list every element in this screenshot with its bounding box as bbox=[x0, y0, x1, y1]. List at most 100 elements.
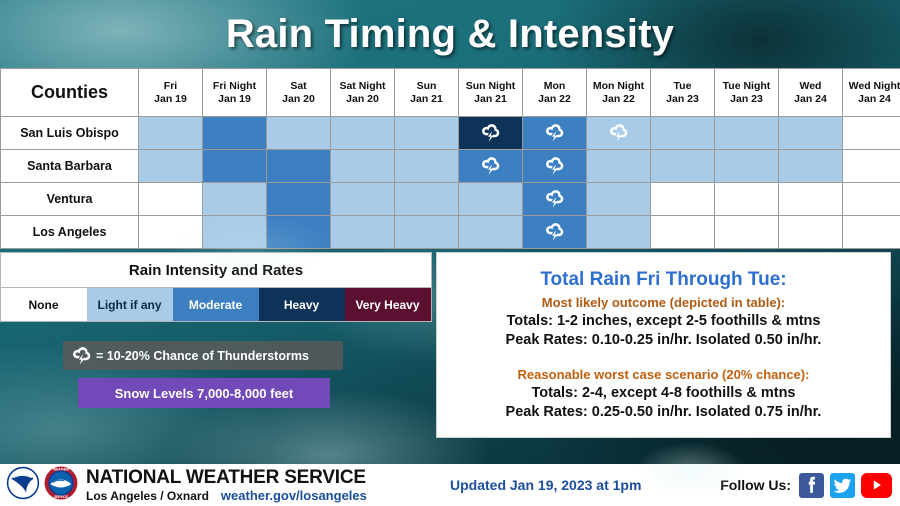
intensity-cell bbox=[266, 215, 331, 249]
intensity-cell bbox=[714, 182, 779, 216]
intensity-cell bbox=[650, 215, 715, 249]
column-header-date: Jan 19 bbox=[218, 92, 251, 105]
column-header-date: Jan 19 bbox=[154, 92, 187, 105]
footer-bar: NOAA WEATHER SERVICE NATIONAL WEATHER SE… bbox=[0, 464, 900, 506]
rain-timing-table: Counties Fri Jan 19 Fri Night Jan 19 Sat Jan … bbox=[0, 68, 900, 249]
intensity-cell bbox=[778, 149, 843, 183]
worst-case-rates: Peak Rates: 0.25-0.50 in/hr. Isolated 0.… bbox=[505, 404, 822, 420]
intensity-cell bbox=[202, 149, 267, 183]
column-header-11: Wed Night Jan 24 bbox=[842, 68, 900, 117]
column-header-date: Jan 20 bbox=[346, 92, 379, 105]
nws-seal-icon: WEATHER SERVICE bbox=[44, 466, 78, 505]
nws-website-link[interactable]: weather.gov/losangeles bbox=[221, 488, 367, 503]
most-likely-totals: Totals: 1-2 inches, except 2-5 foothills… bbox=[506, 313, 821, 329]
intensity-cell bbox=[202, 116, 267, 150]
column-header-day: Wed bbox=[799, 79, 822, 92]
column-header-day: Tue bbox=[673, 79, 692, 92]
county-name-cell: Los Angeles bbox=[0, 215, 139, 249]
column-header-2: Sat Jan 20 bbox=[266, 68, 331, 117]
intensity-cell bbox=[458, 149, 523, 183]
intensity-cell bbox=[650, 149, 715, 183]
column-header-date: Jan 20 bbox=[282, 92, 315, 105]
total-rain-info-panel: Total Rain Fri Through Tue: Most likely … bbox=[436, 252, 891, 438]
infographic-canvas: Rain Timing & Intensity Counties Fri Jan … bbox=[0, 0, 900, 506]
table-head: Counties Fri Jan 19 Fri Night Jan 19 Sat Jan … bbox=[0, 68, 900, 117]
intensity-cell bbox=[202, 182, 267, 216]
column-header-5: Sun Night Jan 21 bbox=[458, 68, 523, 117]
legend-swatch-light: Light if any bbox=[87, 288, 173, 321]
table-row: San Luis Obispo bbox=[0, 116, 900, 150]
intensity-cell bbox=[394, 182, 459, 216]
facebook-icon[interactable] bbox=[799, 472, 824, 498]
intensity-cell bbox=[586, 182, 651, 216]
title-bar: Rain Timing & Intensity bbox=[0, 0, 900, 68]
info-heading: Total Rain Fri Through Tue: bbox=[540, 269, 787, 290]
intensity-cell bbox=[522, 149, 587, 183]
nws-office-name: Los Angeles / Oxnard bbox=[86, 488, 209, 503]
column-header-0: Fri Jan 19 bbox=[138, 68, 203, 117]
intensity-cell bbox=[778, 215, 843, 249]
rain-intensity-legend: Rain Intensity and Rates None Light if an… bbox=[0, 252, 432, 322]
intensity-cell bbox=[458, 116, 523, 150]
table-header-row: Counties Fri Jan 19 Fri Night Jan 19 Sat Jan … bbox=[0, 68, 900, 117]
nws-agency-name: NATIONAL WEATHER SERVICE bbox=[86, 466, 366, 488]
intensity-cell bbox=[330, 182, 395, 216]
youtube-icon[interactable] bbox=[861, 472, 892, 498]
intensity-cell bbox=[330, 116, 395, 150]
snow-level-label: Snow Levels 7,000-8,000 feet bbox=[114, 385, 294, 401]
thunderstorm-icon bbox=[544, 122, 566, 144]
intensity-cell bbox=[458, 182, 523, 216]
thunderstorm-note: = 10-20% Chance of Thunderstorms bbox=[63, 341, 343, 370]
intensity-cell bbox=[842, 215, 900, 249]
nws-branding: NATIONAL WEATHER SERVICE Los Angeles / O… bbox=[86, 467, 367, 504]
column-header-date: Jan 24 bbox=[858, 92, 891, 105]
updated-timestamp: Updated Jan 19, 2023 at 1pm bbox=[450, 477, 642, 493]
twitter-icon[interactable] bbox=[830, 472, 855, 498]
column-header-day: Fri Night bbox=[212, 79, 257, 92]
nws-subline: Los Angeles / Oxnard weather.gov/losange… bbox=[86, 488, 367, 504]
column-header-1: Fri Night Jan 19 bbox=[202, 68, 267, 117]
intensity-cell bbox=[714, 116, 779, 150]
intensity-cell bbox=[522, 116, 587, 150]
snow-level-note: Snow Levels 7,000-8,000 feet bbox=[78, 378, 330, 408]
legend-swatch-very: Very Heavy bbox=[345, 288, 431, 321]
noaa-logo-icon: NOAA bbox=[6, 466, 40, 505]
thunderstorm-icon bbox=[544, 221, 566, 243]
most-likely-label: Most likely outcome (depicted in table): bbox=[541, 295, 786, 310]
follow-us-label: Follow Us: bbox=[720, 477, 791, 493]
intensity-cell bbox=[586, 215, 651, 249]
column-header-day: Fri bbox=[163, 79, 178, 92]
intensity-cell bbox=[842, 116, 900, 150]
column-header-4: Sun Jan 21 bbox=[394, 68, 459, 117]
column-header-day: Sun bbox=[416, 79, 437, 92]
intensity-cell bbox=[522, 215, 587, 249]
column-header-date: Jan 23 bbox=[730, 92, 763, 105]
legend-title: Rain Intensity and Rates bbox=[0, 252, 432, 287]
column-header-date: Jan 24 bbox=[794, 92, 827, 105]
intensity-cell bbox=[138, 182, 203, 216]
most-likely-rates: Peak Rates: 0.10-0.25 in/hr. Isolated 0.… bbox=[505, 332, 822, 348]
column-header-day: Wed Night bbox=[848, 79, 900, 92]
column-header-7: Mon Night Jan 22 bbox=[586, 68, 651, 117]
logo-group: NOAA WEATHER SERVICE bbox=[6, 466, 78, 505]
thunderstorm-icon bbox=[544, 155, 566, 177]
thunderstorm-icon bbox=[544, 188, 566, 210]
column-header-day: Mon Night bbox=[592, 79, 645, 92]
column-header-date: Jan 22 bbox=[538, 92, 571, 105]
legend-swatch-heavy: Heavy bbox=[259, 288, 345, 321]
column-header-day: Sun Night bbox=[465, 79, 516, 92]
svg-text:WEATHER: WEATHER bbox=[53, 467, 70, 471]
intensity-cell bbox=[842, 149, 900, 183]
county-name-cell: Ventura bbox=[0, 182, 139, 216]
intensity-cell bbox=[842, 182, 900, 216]
intensity-cell bbox=[330, 149, 395, 183]
thunderstorm-note-label: = 10-20% Chance of Thunderstorms bbox=[96, 348, 309, 363]
column-header-date: Jan 21 bbox=[474, 92, 507, 105]
table-row: Los Angeles bbox=[0, 215, 900, 249]
column-header-9: Tue Night Jan 23 bbox=[714, 68, 779, 117]
intensity-cell bbox=[394, 149, 459, 183]
intensity-cell bbox=[586, 116, 651, 150]
intensity-cell bbox=[266, 182, 331, 216]
table-body: San Luis Obispo Santa Barbara Ventura Los A… bbox=[0, 116, 900, 249]
